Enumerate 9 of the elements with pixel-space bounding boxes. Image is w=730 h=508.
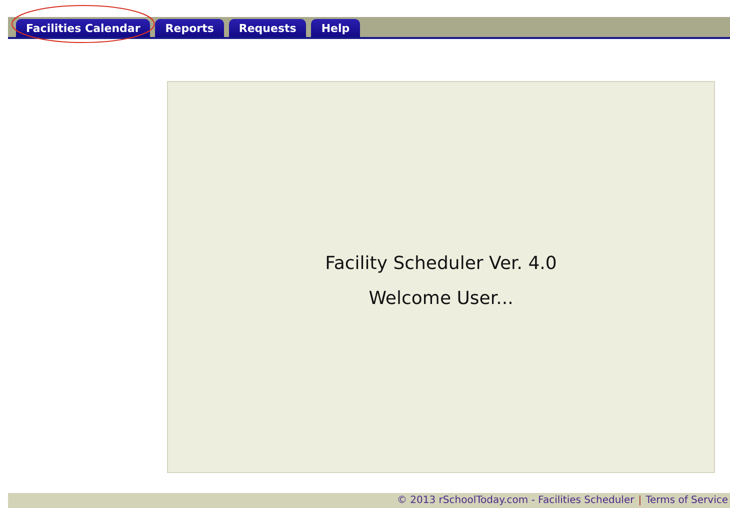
welcome-text: Welcome User...	[368, 288, 514, 309]
app-title: Facility Scheduler Ver. 4.0	[325, 253, 557, 274]
terms-link[interactable]: Terms of Service	[646, 495, 728, 506]
nav-tab[interactable]: Facilities Calendar	[16, 19, 150, 37]
separator: |	[638, 495, 642, 506]
copyright-link[interactable]: © 2013 rSchoolToday.com - Facilities Scheduler	[397, 495, 634, 506]
nav-tab[interactable]: Help	[311, 19, 360, 37]
nav-tab[interactable]: Reports	[155, 19, 224, 37]
nav-tab[interactable]: Requests	[228, 19, 306, 37]
